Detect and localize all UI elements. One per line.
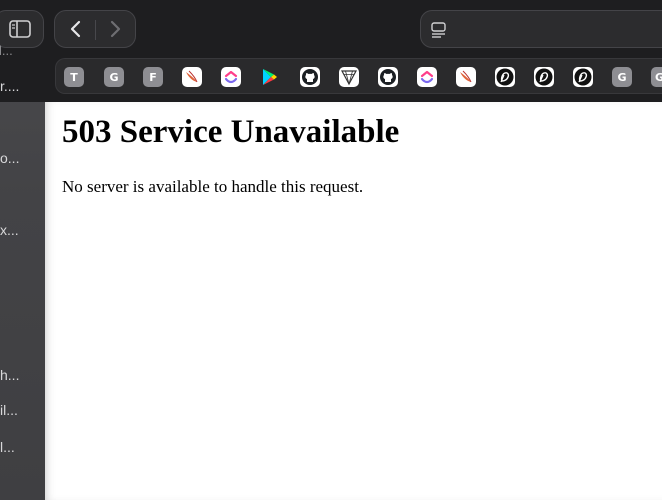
favorite-item[interactable] xyxy=(221,67,241,87)
favorite-item[interactable] xyxy=(573,67,593,87)
favorite-letter: G xyxy=(109,70,119,84)
favorite-item[interactable] xyxy=(534,67,554,87)
d-logo-icon xyxy=(535,68,553,86)
sidebar-icon xyxy=(9,20,31,38)
sidebar-item[interactable]: h... xyxy=(0,367,45,383)
chevron-right-icon xyxy=(110,20,121,38)
navigation-buttons xyxy=(54,10,136,48)
favorite-item[interactable]: G xyxy=(612,67,632,87)
sidebar-item[interactable]: x... xyxy=(0,222,45,238)
bird-icon xyxy=(186,70,198,83)
sidebar: l... r.... o... x... h... il... l... xyxy=(0,0,45,500)
sidebar-item[interactable]: il... xyxy=(0,402,45,418)
forward-button[interactable] xyxy=(96,11,136,47)
favorite-item[interactable] xyxy=(456,67,476,87)
favorite-item[interactable] xyxy=(339,67,359,87)
page-heading: 503 Service Unavailable xyxy=(62,114,400,150)
favorite-item[interactable]: G xyxy=(651,67,662,87)
favorite-letter: F xyxy=(149,70,157,84)
favorite-item[interactable] xyxy=(182,67,202,87)
address-bar[interactable] xyxy=(420,10,662,48)
page-menu-icon xyxy=(431,22,446,38)
favorite-item[interactable] xyxy=(300,67,320,87)
favorite-item[interactable]: G xyxy=(104,67,124,87)
favorite-item[interactable] xyxy=(260,67,280,87)
triangle-logo-icon xyxy=(340,68,358,86)
favorites-bar: T G F G G xyxy=(55,58,662,94)
google-play-icon xyxy=(263,69,277,85)
favorite-item[interactable] xyxy=(495,67,515,87)
sidebar-item[interactable]: o... xyxy=(0,150,45,166)
favorite-item[interactable]: F xyxy=(143,67,163,87)
favorite-item[interactable] xyxy=(378,67,398,87)
browser-toolbar: T G F G G xyxy=(45,0,662,102)
clickup-icon xyxy=(224,70,238,84)
favorite-letter: T xyxy=(70,70,78,84)
d-logo-icon xyxy=(496,68,514,86)
github-icon xyxy=(302,69,318,85)
bird-icon xyxy=(460,70,472,83)
d-logo-icon xyxy=(574,68,592,86)
page-content: 503 Service Unavailable No server is ava… xyxy=(45,102,662,500)
sidebar-item[interactable]: l... xyxy=(0,439,45,455)
clickup-icon xyxy=(420,70,434,84)
error-message: No server is available to handle this re… xyxy=(62,177,364,196)
favorite-letter: G xyxy=(617,70,627,84)
favorite-item[interactable]: T xyxy=(64,67,84,87)
sidebar-top-area: l... r.... xyxy=(0,0,45,102)
github-icon xyxy=(380,69,396,85)
favorite-item[interactable] xyxy=(417,67,437,87)
back-button[interactable] xyxy=(55,11,95,47)
sidebar-item[interactable]: l... xyxy=(0,43,44,59)
chevron-left-icon xyxy=(70,20,81,38)
favorite-letter: G xyxy=(655,70,662,84)
sidebar-item[interactable]: r.... xyxy=(0,78,45,94)
